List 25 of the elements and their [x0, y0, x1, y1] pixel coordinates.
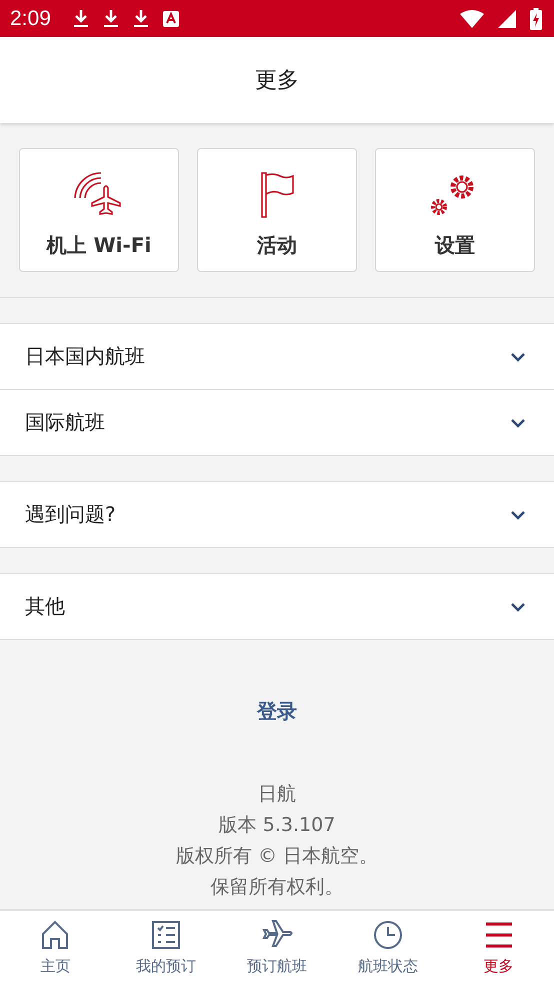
shortcut-tile[interactable]: 机上 Wi-Fi — [19, 148, 179, 272]
flag-icon — [259, 172, 295, 218]
signal-icon — [498, 10, 516, 28]
footer-text: 版权所有 © 日本航空。 — [176, 844, 378, 869]
status-time: 2:09 — [10, 6, 51, 30]
clock-icon — [372, 919, 404, 951]
footer-text: 日航 — [258, 782, 296, 807]
app-notification-icon — [162, 10, 179, 26]
download-icon — [132, 8, 149, 28]
nav-tab[interactable]: 预订航班 — [222, 911, 332, 984]
page-title: 更多 — [255, 67, 299, 95]
nav-tab[interactable]: 我的预订 — [110, 911, 222, 984]
download-icon — [72, 8, 89, 28]
wifi-icon — [460, 10, 484, 28]
download-icon — [102, 8, 119, 28]
footer-text: 保留所有权利。 — [210, 875, 344, 900]
shortcut-tile[interactable]: 设置 — [375, 148, 535, 272]
nav-tab[interactable]: 航班状态 — [332, 911, 444, 984]
login-link[interactable]: 登录 — [257, 698, 297, 725]
nav-tab[interactable]: 主页 — [0, 911, 111, 984]
battery-icon — [530, 8, 542, 30]
footer-text: 版本 5.3.107 — [218, 813, 336, 838]
nav-tab[interactable]: 更多 — [443, 911, 554, 984]
shortcut-tile[interactable]: 活动 — [197, 148, 357, 272]
checklist-icon — [150, 919, 182, 951]
